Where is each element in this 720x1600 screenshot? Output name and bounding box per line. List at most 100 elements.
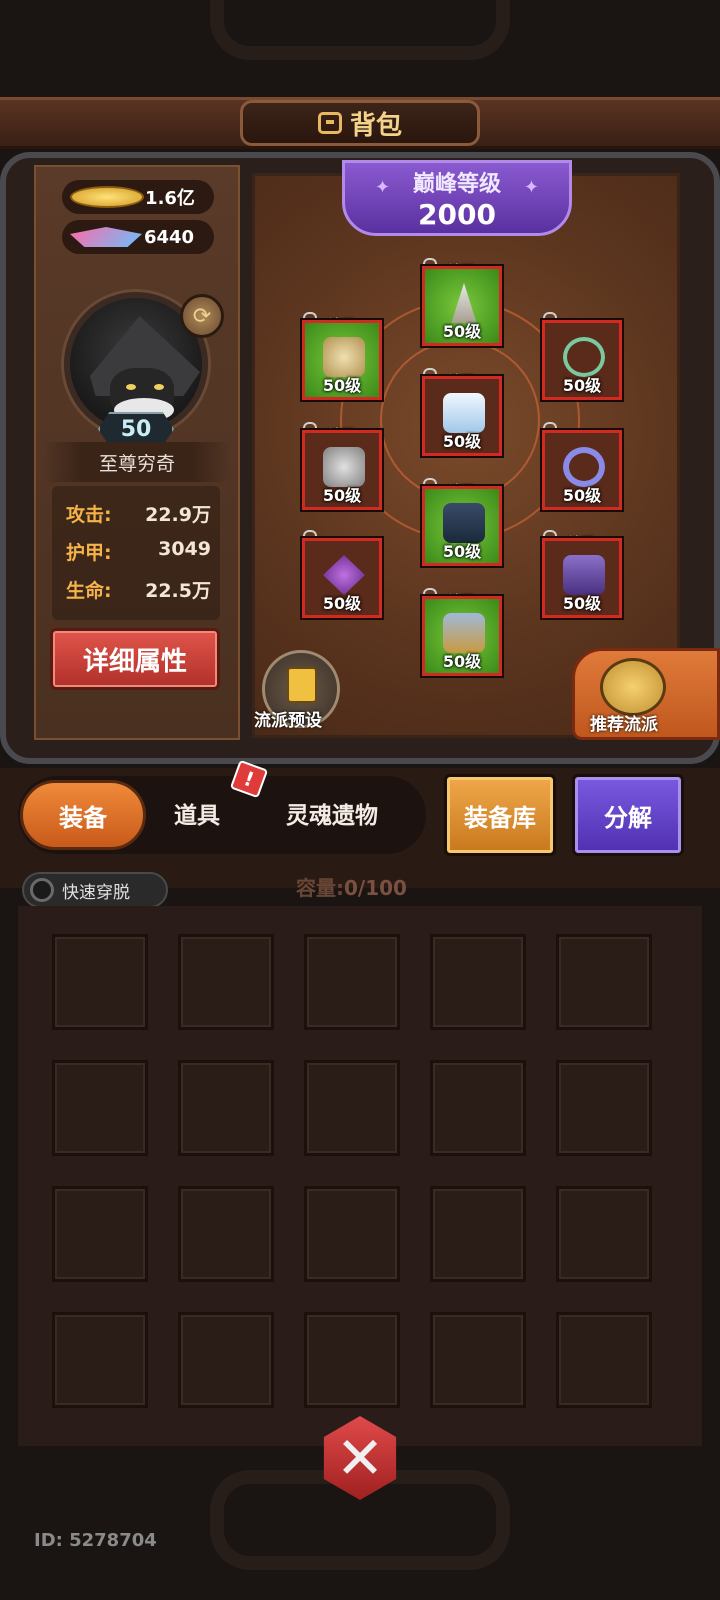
star-icon: ✦ [523, 177, 539, 198]
pants-icon [443, 503, 485, 543]
tab-items[interactable]: 道具 [174, 796, 220, 830]
inventory-slot[interactable] [430, 1060, 526, 1156]
inventory-slot[interactable] [52, 934, 148, 1030]
gauntlet-icon [323, 447, 365, 487]
detail-attributes-button[interactable]: 详细属性 [50, 628, 220, 690]
gold-counter: 1.6亿 [62, 180, 214, 214]
amulet-icon [323, 555, 365, 595]
peak-level-banner: ✦ ✦ 巅峰等级 2000 [342, 160, 572, 236]
stat-value: 22.5万 [145, 580, 211, 602]
spear-icon [451, 283, 477, 323]
toggle-knob [30, 878, 54, 902]
slot-level: 50级 [562, 486, 602, 505]
capacity-indicator: 容量:0/100 [296, 872, 407, 901]
inventory-slot[interactable] [52, 1060, 148, 1156]
background-ornament [210, 0, 510, 60]
capacity-label: 容量: [296, 876, 344, 900]
equip-slot-boots[interactable]: 50级 [422, 596, 502, 676]
inventory-slot[interactable] [52, 1186, 148, 1282]
inventory-slot[interactable] [178, 1312, 274, 1408]
disassemble-button[interactable]: 分解 [572, 774, 684, 856]
inventory-slot[interactable] [430, 934, 526, 1030]
refresh-avatar-button[interactable]: ⟳ [180, 294, 224, 338]
page-title: 背包 [349, 110, 402, 141]
slot-level: 50级 [442, 322, 482, 341]
recommend-build-label: 推荐流派 [590, 715, 658, 735]
inventory-slot[interactable] [430, 1312, 526, 1408]
player-level: 50 [120, 416, 152, 442]
equip-slot-ring[interactable]: 50级 [542, 430, 622, 510]
armor-icon [443, 393, 485, 433]
tab-soul-relics[interactable]: 灵魂遗物 [286, 796, 378, 830]
stat-label: 护甲: [66, 542, 112, 564]
inventory-slot[interactable] [304, 1060, 400, 1156]
equipment-warehouse-button[interactable]: 装备库 [444, 774, 556, 856]
inventory-slot[interactable] [556, 1312, 652, 1408]
equip-slot-amulet[interactable]: 50级 [302, 538, 382, 618]
stat-value: 3049 [158, 538, 211, 560]
slot-level: 50级 [442, 542, 482, 561]
equip-slot-armor[interactable]: 50级 [422, 376, 502, 456]
inventory-slot[interactable] [556, 934, 652, 1030]
slot-level: 50级 [322, 594, 362, 613]
equip-slot-gauntlet[interactable]: 50级 [302, 430, 382, 510]
inventory-slot[interactable] [304, 1186, 400, 1282]
equip-slot-necklace[interactable]: 50级 [542, 320, 622, 400]
stat-row-attack: 攻击: 22.9万 [66, 500, 211, 527]
player-name: 至尊穷奇 [44, 442, 230, 482]
refresh-icon: ⟳ [192, 303, 212, 329]
bag-icon [317, 112, 342, 134]
slot-level: 50级 [322, 486, 362, 505]
gold-coin-icon [70, 186, 144, 208]
preset-card-icon [287, 667, 317, 703]
star-icon: ✦ [375, 177, 391, 198]
quick-equip-label: 快速穿脱 [62, 882, 130, 903]
inventory-slot[interactable] [304, 934, 400, 1030]
inventory-slot[interactable] [178, 934, 274, 1030]
slot-level: 50级 [442, 652, 482, 671]
stat-row-armor: 护甲: 3049 [66, 538, 211, 565]
ring-icon [563, 447, 605, 487]
inventory-slot[interactable] [556, 1186, 652, 1282]
user-id: ID: 5278704 [34, 1530, 157, 1551]
gem-value: 6440 [143, 226, 195, 248]
book-icon [563, 555, 605, 595]
thumbs-up-icon [600, 658, 666, 716]
eye-graphic [154, 384, 164, 390]
peak-level-value: 2000 [418, 197, 496, 231]
quick-equip-toggle[interactable]: 快速穿脱 [22, 872, 168, 908]
necklace-icon [563, 337, 605, 377]
equip-slot-helmet[interactable]: 50级 [302, 320, 382, 400]
stat-row-health: 生命: 22.5万 [66, 576, 211, 603]
helmet-icon [323, 337, 365, 377]
inventory-slot[interactable] [52, 1312, 148, 1408]
slot-level: 50级 [562, 594, 602, 613]
gem-icon [70, 227, 142, 247]
close-button[interactable]: ✕ [312, 1410, 408, 1506]
slot-level: 50级 [442, 432, 482, 451]
boots-icon [443, 613, 485, 653]
stat-label: 生命: [66, 580, 112, 602]
inventory-slot[interactable] [430, 1186, 526, 1282]
inventory-slot[interactable] [178, 1060, 274, 1156]
stat-value: 22.9万 [145, 504, 211, 526]
inventory-slot[interactable] [556, 1060, 652, 1156]
equip-slot-book[interactable]: 50级 [542, 538, 622, 618]
eye-graphic [126, 384, 136, 390]
tab-equipment[interactable]: 装备 [20, 780, 146, 850]
equip-slot-pants[interactable]: 50级 [422, 486, 502, 566]
capacity-value: 0/100 [344, 876, 407, 900]
slot-level: 50级 [562, 376, 602, 395]
level-badge: 50 [98, 412, 174, 446]
close-icon: ✕ [335, 1424, 385, 1492]
build-preset-label: 流派预设 [254, 711, 322, 731]
inventory-slot[interactable] [178, 1186, 274, 1282]
gem-counter: 6440 [62, 220, 214, 254]
equip-slot-weapon[interactable]: 50级 [422, 266, 502, 346]
inventory-slot[interactable] [304, 1312, 400, 1408]
stat-label: 攻击: [66, 504, 112, 526]
title-plate: 背包 [240, 100, 480, 146]
peak-level-label: 巅峰等级 [412, 171, 501, 197]
slot-level: 50级 [322, 376, 362, 395]
gold-value: 1.6亿 [145, 188, 195, 209]
